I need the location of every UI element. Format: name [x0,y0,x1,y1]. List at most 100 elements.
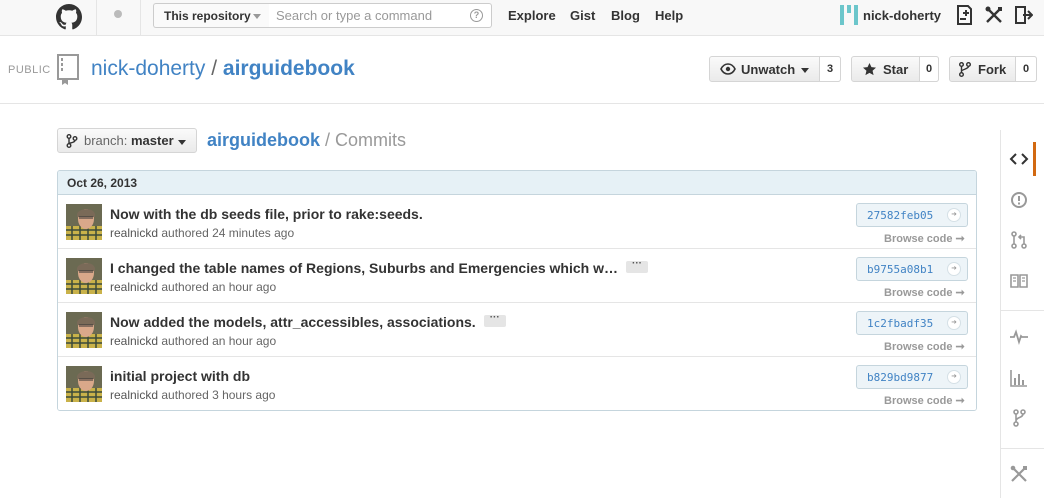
commit-sha-button[interactable]: 27582feb05 ➜ [856,203,968,227]
branch-prefix: branch: [84,133,128,148]
expand-message-ellipsis-icon[interactable]: ··· [483,313,506,328]
commit-message[interactable]: Now with the db seeds file, prior to rak… [110,206,423,222]
commit-meta: realnickd authored an hour ago [110,280,276,294]
active-tab-indicator [1033,142,1036,176]
commit-title[interactable]: initial project with db [110,368,250,384]
notification-dot-icon[interactable] [114,10,122,18]
commit-meta: realnickd authored 3 hours ago [110,388,275,402]
commit-message[interactable]: initial project with db [110,368,250,384]
browse-code-label: Browse code [884,287,953,299]
repo-visibility-label: PUBLIC [8,64,51,76]
header-username[interactable]: nick-doherty [863,8,941,23]
commit-meta: realnickd authored an hour ago [110,334,276,348]
chevron-down-icon [801,68,809,73]
sidebar-divider [1001,448,1044,449]
commit-author[interactable]: realnickd [110,226,158,240]
user-avatar-icon[interactable] [840,5,858,25]
issues-icon[interactable] [1009,190,1029,210]
fork-button[interactable]: Fork 0 [949,56,1037,82]
github-logo-icon[interactable] [56,4,82,30]
nav-gist[interactable]: Gist [570,8,595,23]
sidebar-divider [1001,310,1044,311]
fork-label: Fork [978,62,1007,77]
commit-sha-button[interactable]: b9755a08b1 ➜ [856,257,968,281]
graphs-icon[interactable] [1009,368,1029,388]
repo-owner-link[interactable]: nick-doherty [91,57,205,80]
author-avatar[interactable] [66,366,102,402]
commit-title[interactable]: I changed the table names of Regions, Su… [110,259,648,276]
arrow-right-icon: ➜ [947,370,961,384]
arrow-right-icon: ➞ [955,395,965,407]
commit-message[interactable]: I changed the table names of Regions, Su… [110,260,618,276]
author-avatar[interactable] [66,312,102,348]
repo-title: nick-doherty / airguidebook [91,57,355,81]
repo-header: PUBLIC nick-doherty / airguidebook Unwat… [0,36,1044,104]
nav-help[interactable]: Help [655,8,683,23]
arrow-right-icon: ➜ [947,316,961,330]
browse-code-label: Browse code [884,233,953,245]
search-input[interactable] [269,3,492,28]
stargazers-count[interactable]: 0 [919,56,939,82]
page-title: airguidebook / Commits [207,130,406,151]
header-divider [96,0,97,36]
search-help-icon[interactable]: ? [470,9,483,22]
chevron-down-icon [253,14,261,19]
commit-sha: 1c2fbadf35 [867,317,934,330]
forks-count[interactable]: 0 [1015,56,1037,82]
new-repo-icon[interactable] [955,5,975,25]
commit-author[interactable]: realnickd [110,280,158,294]
fork-icon [959,62,971,77]
commit-row: I changed the table names of Regions, Su… [58,249,976,303]
commit-list: Now with the db seeds file, prior to rak… [58,195,976,410]
wiki-icon[interactable] [1009,271,1029,291]
commit-sha-button[interactable]: b829bd9877 ➜ [856,365,968,389]
star-icon [863,63,876,76]
commit-sha: b829bd9877 [867,371,934,384]
page-title-repo-link[interactable]: airguidebook [207,130,320,150]
browse-code-label: Browse code [884,395,953,407]
browse-code-link[interactable]: Browse code ➞ [884,394,965,407]
commit-author[interactable]: realnickd [110,388,158,402]
author-avatar[interactable] [66,204,102,240]
commit-title[interactable]: Now added the models, attr_accessibles, … [110,313,506,330]
star-button[interactable]: Star 0 [851,56,939,82]
commit-sha-button[interactable]: 1c2fbadf35 ➜ [856,311,968,335]
pulse-icon[interactable] [1009,327,1029,347]
browse-code-link[interactable]: Browse code ➞ [884,286,965,299]
search-scope-dropdown[interactable]: This repository [153,3,270,28]
eye-icon [720,63,736,75]
expand-message-ellipsis-icon[interactable]: ··· [626,259,648,274]
commit-title[interactable]: Now with the db seeds file, prior to rak… [110,206,423,222]
code-icon[interactable] [1009,149,1029,169]
commit-author[interactable]: realnickd [110,334,158,348]
commit-row: Now added the models, attr_accessibles, … [58,303,976,357]
header-divider [140,0,141,36]
arrow-right-icon: ➜ [947,262,961,276]
pull-requests-icon[interactable] [1009,230,1029,250]
watchers-count[interactable]: 3 [819,56,841,82]
browse-code-link[interactable]: Browse code ➞ [884,340,965,353]
nav-explore[interactable]: Explore [508,8,556,23]
repo-nav-sidebar [1000,130,1044,498]
unwatch-button[interactable]: Unwatch 3 [709,56,841,82]
commit-group-date: Oct 26, 2013 [58,171,976,195]
top-header: This repository ? Explore Gist Blog Help… [0,0,1044,36]
browse-code-link[interactable]: Browse code ➞ [884,232,965,245]
chevron-down-icon [178,140,186,145]
arrow-right-icon: ➜ [947,208,961,222]
commit-meta: realnickd authored 24 minutes ago [110,226,294,240]
repo-name-link[interactable]: airguidebook [223,57,355,80]
branch-selector-button[interactable]: branch: master [57,128,197,153]
nav-blog[interactable]: Blog [611,8,640,23]
branch-name: master [131,133,174,148]
network-icon[interactable] [1009,408,1029,428]
page-title-section: / Commits [320,130,407,150]
tools-icon[interactable] [984,5,1004,25]
star-label: Star [883,62,909,77]
sign-out-icon[interactable] [1013,5,1033,25]
commit-message[interactable]: Now added the models, attr_accessibles, … [110,314,476,330]
settings-icon[interactable] [1009,464,1029,484]
author-avatar[interactable] [66,258,102,294]
commit-row: initial project with db realnickd authore… [58,357,976,410]
arrow-right-icon: ➞ [955,341,965,353]
